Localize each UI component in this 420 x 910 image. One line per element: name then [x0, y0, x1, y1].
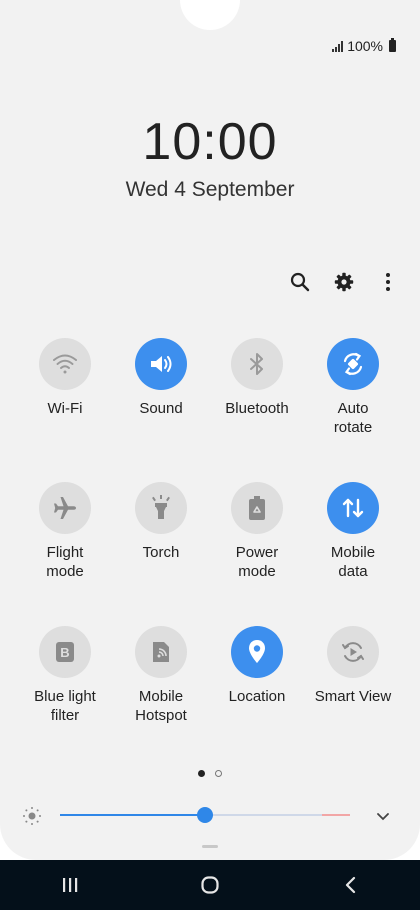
auto-rotate-icon — [327, 338, 379, 390]
tile-label: Flight mode — [46, 544, 84, 580]
page-dot[interactable] — [215, 770, 222, 777]
search-icon[interactable] — [288, 268, 312, 296]
brightness-fill — [60, 814, 205, 816]
status-bar: 100% — [332, 38, 396, 54]
battery-percent: 100% — [347, 38, 383, 54]
navigation-bar — [0, 860, 420, 910]
svg-text:B: B — [60, 645, 69, 660]
tile-blue-light-filter[interactable]: B Blue light filter — [10, 626, 120, 725]
battery-recycle-icon — [231, 482, 283, 534]
bluetooth-icon — [231, 338, 283, 390]
page-indicator — [0, 770, 420, 777]
panel-drag-handle[interactable] — [202, 845, 218, 848]
tile-label: Smart View — [314, 688, 392, 705]
battery-icon — [389, 38, 396, 52]
tile-label: Mobile data — [330, 544, 376, 580]
sound-icon — [135, 338, 187, 390]
tile-location[interactable]: Location — [202, 626, 312, 706]
tile-mobile-hotspot[interactable]: Mobile Hotspot — [106, 626, 216, 725]
tile-torch[interactable]: Torch — [106, 482, 216, 562]
back-icon[interactable] — [320, 865, 380, 905]
tile-sound[interactable]: Sound — [106, 338, 216, 418]
smart-view-icon — [327, 626, 379, 678]
tile-label: Wi-Fi — [47, 400, 83, 417]
hotspot-icon — [135, 626, 187, 678]
tile-label: Power mode — [235, 544, 279, 580]
tile-label: Auto rotate — [333, 400, 373, 436]
clock-date: Wed 4 September — [125, 178, 295, 201]
mobile-data-icon — [327, 482, 379, 534]
tile-power-mode[interactable]: Power mode — [202, 482, 312, 581]
tile-bluetooth[interactable]: Bluetooth — [202, 338, 312, 418]
tile-label: Location — [228, 688, 286, 705]
tile-auto-rotate[interactable]: Auto rotate — [298, 338, 408, 437]
brightness-slider[interactable] — [60, 807, 350, 823]
camera-notch — [180, 0, 240, 30]
tile-mobile-data[interactable]: Mobile data — [298, 482, 408, 581]
brightness-sun-icon — [22, 806, 42, 831]
tile-label: Blue light filter — [34, 688, 96, 724]
location-pin-icon — [231, 626, 283, 678]
brightness-warm-segment — [322, 814, 350, 816]
brightness-control — [22, 802, 402, 828]
more-options-icon[interactable] — [376, 268, 400, 296]
clock-time: 10:00 — [142, 113, 278, 171]
signal-icon — [332, 40, 344, 52]
gear-icon[interactable] — [332, 268, 356, 296]
page-dot-active[interactable] — [198, 770, 205, 777]
torch-icon — [135, 482, 187, 534]
panel-toolbar — [288, 268, 400, 296]
home-icon[interactable] — [180, 865, 240, 905]
tile-label: Sound — [139, 400, 183, 417]
tile-flight-mode[interactable]: Flight mode — [10, 482, 120, 581]
tile-label: Torch — [142, 544, 180, 561]
tile-label: Mobile Hotspot — [135, 688, 187, 724]
brightness-thumb[interactable] — [197, 807, 213, 823]
chevron-down-icon[interactable] — [376, 808, 390, 826]
wifi-icon — [39, 338, 91, 390]
recent-apps-icon[interactable] — [40, 865, 100, 905]
quick-panel: 100% 10:00 Wed 4 September Wi-Fi Sound B… — [0, 0, 420, 860]
blue-light-filter-icon: B — [39, 626, 91, 678]
airplane-icon — [39, 482, 91, 534]
tile-label: Bluetooth — [225, 400, 289, 417]
tile-smart-view[interactable]: Smart View — [298, 626, 408, 706]
tile-wifi[interactable]: Wi-Fi — [10, 338, 120, 418]
